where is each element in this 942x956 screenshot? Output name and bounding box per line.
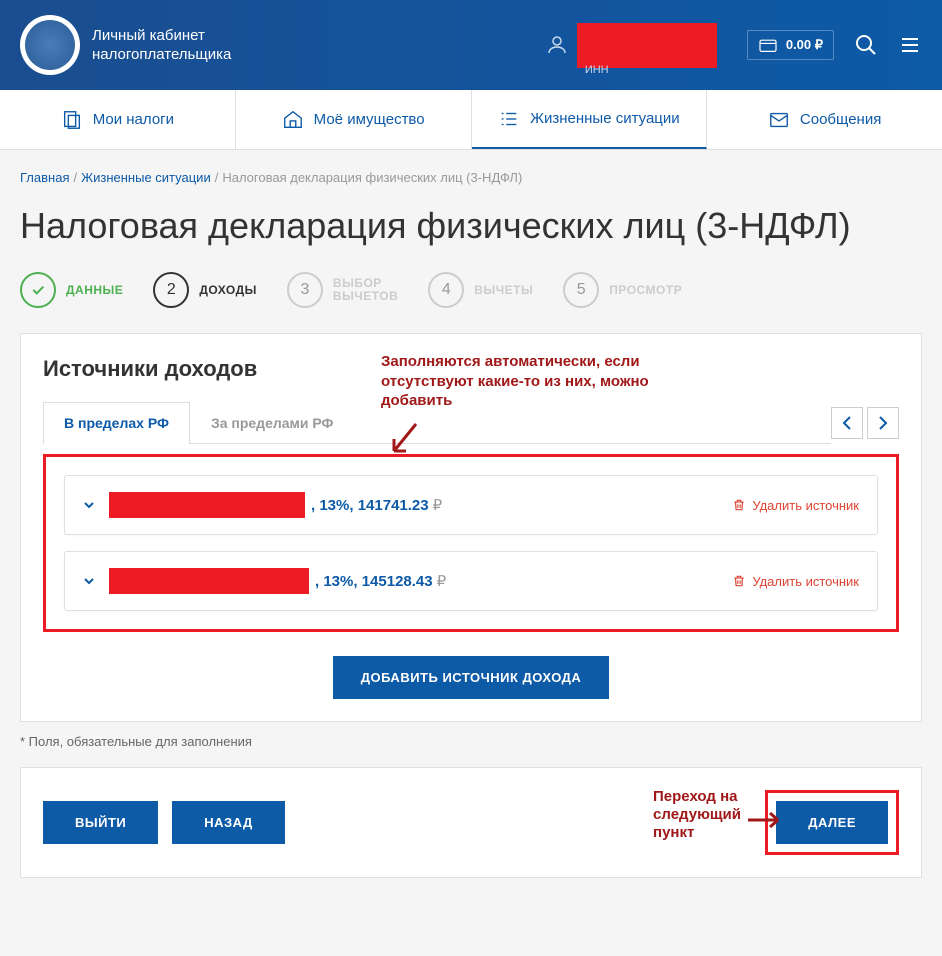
content: Главная/Жизненные ситуации/Налоговая дек…	[0, 150, 942, 898]
taxes-icon	[61, 109, 83, 131]
step-circle: 5	[563, 272, 599, 308]
stepper: ДАННЫЕ 2 ДОХОДЫ 3 ВЫБОРВЫЧЕТОВ 4 ВЫЧЕТЫ …	[20, 272, 922, 308]
nav-tab-label: Мои налоги	[93, 111, 174, 128]
step-circle: 2	[153, 272, 189, 308]
situations-icon	[498, 108, 520, 130]
emblem-icon	[20, 15, 80, 75]
chevron-right-icon	[877, 415, 889, 431]
page-title: Налоговая декларация физических лиц (3-Н…	[20, 205, 922, 247]
add-button-row: ДОБАВИТЬ ИСТОЧНИК ДОХОДА	[43, 656, 899, 699]
next-arrow[interactable]	[867, 407, 899, 439]
step-circle: 4	[428, 272, 464, 308]
step-circle: 3	[287, 272, 323, 308]
step-review[interactable]: 5 ПРОСМОТР	[563, 272, 682, 308]
breadcrumb-home[interactable]: Главная	[20, 170, 69, 185]
source-rate: , 13%, 141741.23₽	[311, 496, 442, 514]
exit-button[interactable]: ВЫЙТИ	[43, 801, 158, 844]
sources-highlight-box: , 13%, 141741.23₽ Удалить источник , 13%…	[43, 454, 899, 632]
app-title-line2: налогоплательщика	[92, 45, 231, 65]
wallet-icon	[758, 37, 778, 53]
search-icon[interactable]	[854, 33, 878, 57]
app-header: Личный кабинет налогоплательщика ИНН 0.0…	[0, 0, 942, 90]
annotation-next: Переход наследующийпункт	[653, 788, 741, 842]
step-deduction-choice[interactable]: 3 ВЫБОРВЫЧЕТОВ	[287, 272, 398, 308]
property-icon	[282, 109, 304, 131]
tab-nav-arrows	[831, 407, 899, 439]
bottom-bar: ВЫЙТИ НАЗАД Переход наследующийпункт ДАЛ…	[20, 767, 922, 878]
required-footnote: * Поля, обязательные для заполнения	[20, 734, 922, 749]
delete-source-link[interactable]: Удалить источник	[732, 574, 859, 589]
nav-tab-situations[interactable]: Жизненные ситуации	[472, 90, 708, 149]
arrow-annotation-icon	[386, 419, 426, 459]
redacted-source-name	[109, 568, 309, 594]
header-right: 0.00 ₽	[747, 30, 922, 60]
step-label: ВЫЧЕТЫ	[474, 283, 533, 297]
messages-icon	[768, 109, 790, 131]
delete-source-link[interactable]: Удалить источник	[732, 498, 859, 513]
balance-amount: 0.00 ₽	[786, 37, 823, 53]
tab-foreign[interactable]: За пределами РФ	[190, 402, 355, 443]
chevron-left-icon	[841, 415, 853, 431]
app-title: Личный кабинет налогоплательщика	[92, 26, 231, 65]
nav-tab-taxes[interactable]: Мои налоги	[0, 90, 236, 149]
redacted-username	[577, 23, 717, 68]
income-source-item[interactable]: , 13%, 141741.23₽ Удалить источник	[64, 475, 878, 535]
step-income[interactable]: 2 ДОХОДЫ	[153, 272, 257, 308]
main-nav: Мои налоги Моё имущество Жизненные ситуа…	[0, 90, 942, 150]
chevron-down-icon[interactable]	[83, 499, 95, 511]
step-label: ПРОСМОТР	[609, 283, 682, 297]
prev-arrow[interactable]	[831, 407, 863, 439]
breadcrumb-section[interactable]: Жизненные ситуации	[81, 170, 211, 185]
menu-icon[interactable]	[898, 33, 922, 57]
back-button[interactable]: НАЗАД	[172, 801, 285, 844]
step-circle	[20, 272, 56, 308]
balance-block[interactable]: 0.00 ₽	[747, 30, 834, 60]
arrow-annotation-icon	[746, 808, 786, 832]
trash-icon	[732, 498, 746, 512]
nav-tab-label: Моё имущество	[314, 111, 425, 128]
delete-label: Удалить источник	[752, 498, 859, 513]
annotation-autofill: Заполняются автоматически, если отсутств…	[381, 352, 661, 411]
nav-tab-property[interactable]: Моё имущество	[236, 90, 472, 149]
breadcrumb-current: Налоговая декларация физических лиц (3-Н…	[222, 170, 522, 185]
nav-tab-label: Жизненные ситуации	[530, 110, 680, 127]
step-label: ВЫБОРВЫЧЕТОВ	[333, 277, 398, 303]
inn-label: ИНН	[585, 64, 609, 76]
income-source-item[interactable]: , 13%, 145128.43₽ Удалить источник	[64, 551, 878, 611]
app-title-line1: Личный кабинет	[92, 26, 231, 46]
user-block: ИНН	[545, 23, 717, 68]
add-source-button[interactable]: ДОБАВИТЬ ИСТОЧНИК ДОХОДА	[333, 656, 610, 699]
nav-tab-messages[interactable]: Сообщения	[707, 90, 942, 149]
income-panel: Источники доходов Заполняются автоматиче…	[20, 333, 922, 722]
trash-icon	[732, 574, 746, 588]
nav-tab-label: Сообщения	[800, 111, 881, 128]
check-icon	[30, 282, 46, 298]
step-deductions[interactable]: 4 ВЫЧЕТЫ	[428, 272, 533, 308]
step-label: ДАННЫЕ	[66, 283, 123, 297]
logo-block: Личный кабинет налогоплательщика	[20, 15, 231, 75]
tab-rf[interactable]: В пределах РФ	[43, 402, 190, 444]
breadcrumb: Главная/Жизненные ситуации/Налоговая дек…	[20, 170, 922, 185]
step-data[interactable]: ДАННЫЕ	[20, 272, 123, 308]
redacted-source-name	[109, 492, 305, 518]
next-button[interactable]: ДАЛЕЕ	[776, 801, 888, 844]
chevron-down-icon[interactable]	[83, 575, 95, 587]
step-label: ДОХОДЫ	[199, 283, 257, 297]
delete-label: Удалить источник	[752, 574, 859, 589]
user-icon	[545, 33, 569, 57]
source-rate: , 13%, 145128.43₽	[315, 572, 446, 590]
